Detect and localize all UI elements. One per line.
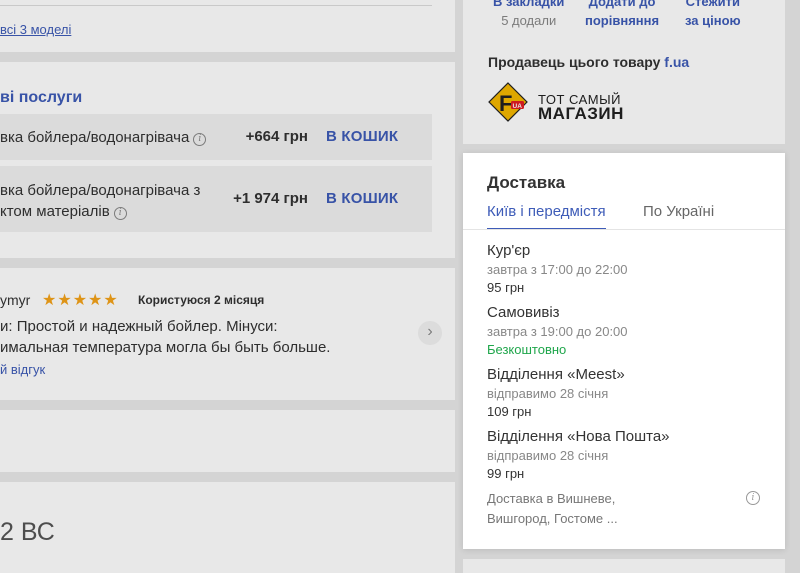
seller-logo[interactable]: F UA ТОТ САМЫЙ МАГАЗИН bbox=[488, 82, 628, 124]
svg-text:F: F bbox=[499, 91, 512, 116]
method-name: Самовивіз bbox=[487, 304, 560, 321]
review-card: ymyr ★★★★★ Користуюся 2 місяця и: Просто… bbox=[0, 268, 455, 400]
logo-text: МАГАЗИН bbox=[538, 104, 624, 123]
method-time: завтра з 19:00 до 20:00 bbox=[487, 324, 628, 339]
service-name-text: вка бойлера/водонагрівача bbox=[0, 129, 190, 146]
bookmark-label: В закладки bbox=[493, 0, 565, 9]
compare-label: порівняння bbox=[585, 13, 660, 28]
service-name: вка бойлера/водонагрівача з ктом матеріал… bbox=[0, 180, 200, 222]
delivery-method-meest: Відділення «Meest» відправимо 28 січня 1… bbox=[487, 365, 625, 421]
service-row: вка бойлера/водонагрівача з ктом матеріал… bbox=[0, 166, 432, 232]
method-price: Безкоштовно bbox=[487, 342, 567, 357]
bookmark-button[interactable]: В закладки 5 додали bbox=[493, 0, 564, 30]
seller-link[interactable]: f.ua bbox=[664, 54, 689, 70]
coverage-note: Доставка в Вишневе, Вишгород, Гостоме ..… bbox=[487, 489, 618, 529]
service-name: вка бойлера/водонагрівача i bbox=[0, 127, 207, 148]
usage-duration: Користуюся 2 місяця bbox=[138, 293, 265, 307]
section-heading: 2 ВС bbox=[0, 518, 55, 546]
service-row: вка бойлера/водонагрівача i +664 грн В КО… bbox=[0, 114, 432, 160]
service-price: +664 грн bbox=[245, 128, 308, 145]
price-watch-label: за ціною bbox=[685, 13, 741, 28]
method-name: Кур'єр bbox=[487, 242, 531, 259]
chevron-right-icon[interactable]: › bbox=[418, 321, 442, 345]
delivery-method-courier: Кур'єр завтра з 17:00 до 22:00 95 грн bbox=[487, 241, 628, 297]
bookmark-count: 5 додали bbox=[501, 13, 557, 28]
seller-label: Продавець цього товару bbox=[488, 54, 661, 70]
tab-ukraine[interactable]: По Україні bbox=[643, 203, 714, 228]
additional-services-card: ві послуги вка бойлера/водонагрівача i +6… bbox=[0, 62, 455, 258]
method-price: 99 грн bbox=[487, 466, 525, 481]
delivery-method-pickup: Самовивіз завтра з 19:00 до 20:00 Безкош… bbox=[487, 303, 628, 359]
all-models-link[interactable]: всі 3 моделі bbox=[0, 22, 71, 37]
method-name: Відділення «Нова Пошта» bbox=[487, 428, 670, 445]
coverage-line: Вишгород, Гостоме ... bbox=[487, 511, 618, 526]
review-link[interactable]: й відгук bbox=[0, 362, 45, 377]
review-author: ymyr bbox=[0, 292, 31, 308]
divider bbox=[0, 0, 432, 6]
method-price: 95 грн bbox=[487, 280, 525, 295]
compare-label: Додати до bbox=[588, 0, 656, 9]
compare-button[interactable]: Додати до порівняння bbox=[585, 0, 659, 30]
coverage-line: Доставка в Вишневе, bbox=[487, 491, 616, 506]
info-icon[interactable]: i bbox=[746, 491, 760, 505]
tab-kyiv[interactable]: Київ і передмістя bbox=[487, 203, 606, 230]
method-time: завтра з 17:00 до 22:00 bbox=[487, 262, 628, 277]
price-watch-label: Стежити bbox=[685, 0, 741, 9]
price-watch-button[interactable]: Стежити за ціною bbox=[685, 0, 741, 30]
add-to-cart-button[interactable]: В КОШИК bbox=[326, 128, 398, 145]
review-text: и: Простой и надежный бойлер. Мінуси: им… bbox=[0, 316, 330, 358]
method-time: відправимо 28 січня bbox=[487, 448, 609, 463]
service-price: +1 974 грн bbox=[233, 190, 308, 207]
add-to-cart-button[interactable]: В КОШИК bbox=[326, 190, 398, 207]
delivery-card: Доставка Київ і передмістя По Україні Ку… bbox=[463, 153, 785, 549]
review-line: имальная температура могла бы быть больш… bbox=[0, 339, 331, 356]
review-line: и: Простой и надежный бойлер. Мінуси: bbox=[0, 318, 278, 335]
service-name-line1: вка бойлера/водонагрівача з bbox=[0, 182, 201, 199]
blank-card bbox=[0, 410, 455, 472]
seller-card: В закладки 5 додали Додати до порівняння… bbox=[463, 0, 785, 144]
service-name-line2: ктом матеріалів bbox=[0, 203, 110, 220]
info-icon[interactable]: i bbox=[193, 133, 207, 146]
method-time: відправимо 28 січня bbox=[487, 386, 609, 401]
rating-stars: ★★★★★ bbox=[42, 292, 119, 309]
logo-badge: UA bbox=[513, 103, 523, 110]
method-name: Відділення «Meest» bbox=[487, 366, 625, 383]
bottom-right-card bbox=[463, 559, 785, 573]
bottom-card: 2 ВС bbox=[0, 482, 455, 573]
seller-line: Продавець цього товару f.ua bbox=[488, 54, 689, 70]
f-logo-icon: F UA bbox=[488, 82, 528, 122]
tabs-divider bbox=[463, 229, 785, 230]
delivery-method-nova-poshta: Відділення «Нова Пошта» відправимо 28 сі… bbox=[487, 427, 670, 483]
services-title: ві послуги bbox=[0, 89, 83, 106]
info-icon[interactable]: i bbox=[113, 207, 127, 220]
models-card: всі 3 моделі bbox=[0, 0, 455, 52]
delivery-title: Доставка bbox=[487, 173, 566, 192]
method-price: 109 грн bbox=[487, 404, 532, 419]
